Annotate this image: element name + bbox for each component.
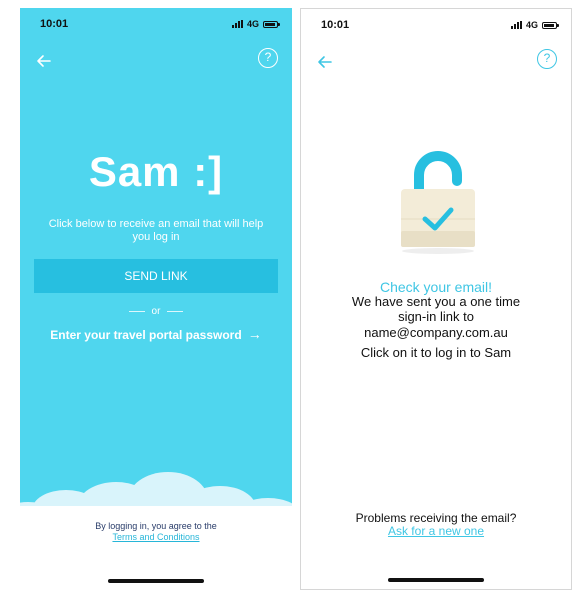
terms-link[interactable]: Terms and Conditions	[20, 532, 292, 542]
portal-password-link[interactable]: Enter your travel portal password →	[20, 326, 292, 342]
login-screen: 10:01 4G ? Sam :] Click below to receive…	[20, 8, 292, 590]
status-time: 10:01	[40, 18, 69, 30]
nav-bar: ?	[301, 47, 571, 83]
divider-line	[128, 311, 145, 312]
help-icon[interactable]: ?	[258, 48, 278, 68]
ask-new-link[interactable]: Ask for a new one	[301, 524, 571, 538]
network-label: 4G	[246, 19, 259, 29]
problems-text: Problems receiving the email?	[355, 511, 517, 525]
status-bar: 10:01 4G	[301, 9, 571, 39]
arrow-right-icon: →	[247, 326, 262, 342]
nav-bar: ?	[20, 46, 292, 82]
network-label: 4G	[525, 20, 538, 30]
padlock-check-icon	[401, 151, 475, 254]
status-bar: 10:01 4G	[20, 8, 292, 38]
terms-prefix: By logging in, you agree to the	[95, 521, 217, 531]
home-indicator[interactable]	[108, 579, 204, 583]
or-label: or	[151, 306, 161, 317]
email-address: name@company.com.au	[364, 325, 508, 340]
brand-logo: Sam :]	[88, 148, 224, 195]
battery-icon	[263, 20, 280, 28]
status-indicators: 4G	[510, 20, 559, 30]
or-divider: or	[20, 306, 292, 317]
message-line: We have sent you a one time	[351, 294, 521, 309]
portal-link-label: Enter your travel portal password	[50, 328, 242, 342]
send-link-button[interactable]: SEND LINK	[34, 259, 278, 293]
signal-icon	[510, 21, 522, 29]
signal-icon	[231, 20, 243, 28]
help-icon[interactable]: ?	[537, 49, 557, 69]
instruction-text: Click below to receive an email that wil…	[48, 218, 264, 243]
back-arrow-icon[interactable]	[32, 49, 56, 73]
check-email-screen: 10:01 4G ? Check your email! We have sen…	[300, 8, 572, 590]
status-time: 10:01	[321, 19, 350, 31]
back-arrow-icon[interactable]	[313, 50, 337, 74]
home-indicator[interactable]	[388, 578, 484, 582]
divider-line	[167, 311, 184, 312]
message-line: Click on it to log in to Sam	[360, 345, 512, 360]
status-indicators: 4G	[231, 19, 280, 29]
battery-icon	[542, 21, 559, 29]
message-line: sign-in link to	[398, 309, 474, 324]
check-email-title: Check your email!	[379, 279, 493, 295]
footer-area	[20, 506, 292, 590]
